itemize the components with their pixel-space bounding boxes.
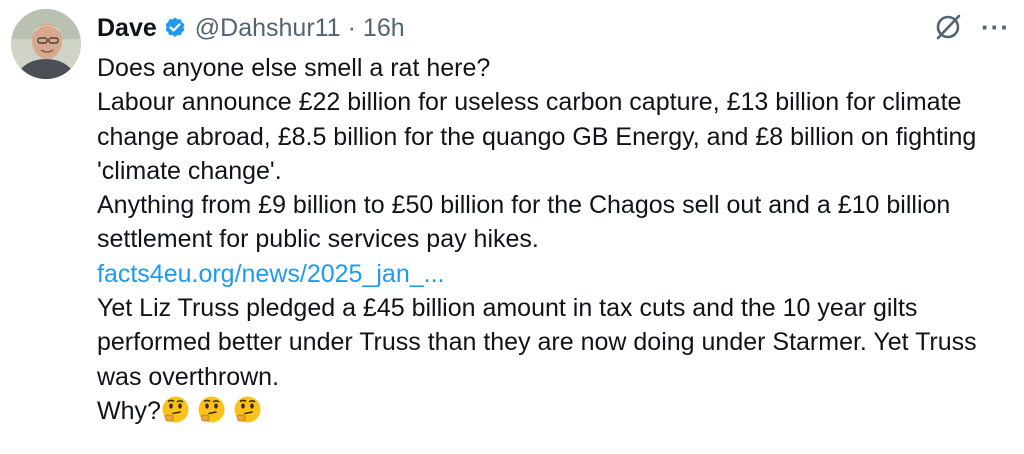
separator-dot: · [347, 13, 356, 42]
display-name[interactable]: Dave [97, 14, 157, 43]
avatar[interactable] [11, 9, 81, 79]
tweet-text-final: Why? [97, 394, 1012, 428]
tweet-text-why: Why? [97, 396, 161, 425]
tweet-text-paragraph: Anything from £9 billion to £50 billion … [97, 191, 951, 254]
author-handle[interactable]: @Dahshur11 [195, 14, 341, 43]
verified-badge-icon [163, 16, 187, 40]
tweet-text-line: Does anyone else smell a rat here? [97, 54, 491, 82]
tweet-link[interactable]: facts4eu.org/news/2025_jan_... [97, 260, 444, 288]
tweet-text-paragraph: Yet Liz Truss pledged a £45 billion amou… [97, 294, 977, 391]
timestamp[interactable]: 16h [363, 14, 405, 43]
tweet-text-paragraph: Labour announce £22 billion for useless … [97, 88, 977, 185]
tweet-actions: ··· [933, 12, 1010, 42]
tweet-header: Dave @Dahshur11 · 16h [97, 10, 405, 46]
thinking-face-icon [161, 395, 190, 424]
grok-icon[interactable] [933, 12, 963, 42]
tweet: Dave @Dahshur11 · 16h ··· Does anyone el… [0, 0, 1024, 454]
thinking-face-icon [233, 395, 262, 424]
tweet-body: Does anyone else smell a rat here? Labou… [97, 51, 1012, 428]
thinking-face-icon [197, 395, 226, 424]
more-options-icon[interactable]: ··· [981, 14, 1010, 40]
